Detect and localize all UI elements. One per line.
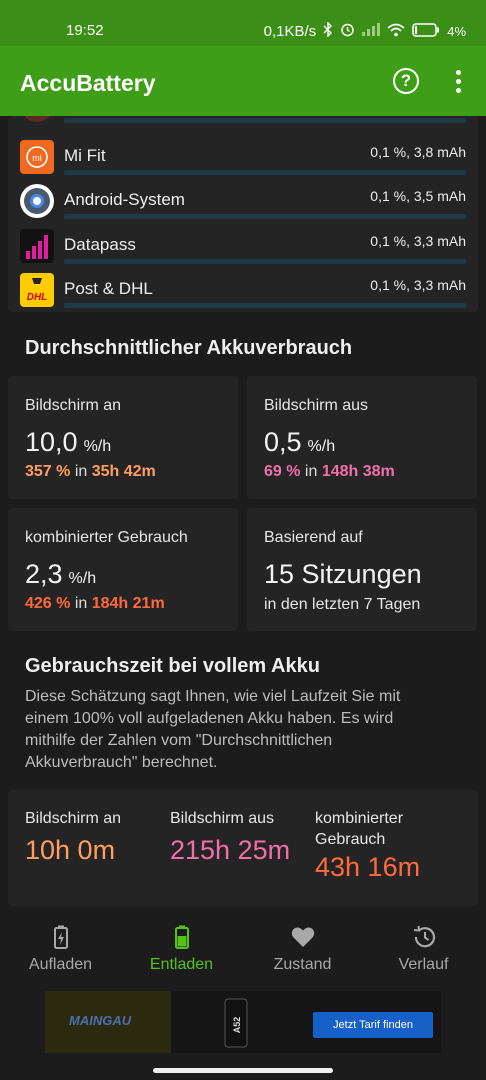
wifi-icon [387, 23, 405, 41]
based-on-card: Basierend auf 15 Sitzungen in den letzte… [247, 508, 477, 631]
full-screen-on-value: 10h 0m [25, 835, 116, 865]
stat-detail: 426 % in 184h 21m [25, 595, 165, 612]
network-speed: 0,1KB/s [263, 23, 317, 40]
battery-status-icon [412, 22, 440, 41]
stat-value: 2,3 %/h [25, 559, 97, 589]
screen-on-card: Bildschirm an 10,0 %/h 357 % in 35h 42m [8, 376, 238, 499]
battery-icon [169, 924, 195, 950]
full-combined: kombinierter Gebrauch 43h 16m [315, 810, 421, 882]
tab-verlauf[interactable]: Verlauf [363, 924, 484, 974]
usage-bar [64, 118, 466, 123]
app-icon [20, 116, 54, 122]
app-usage-list: mi Mi Fit 0,1 %, 3,8 mAh Android-System … [8, 116, 478, 312]
app-name: Post & DHL [64, 279, 153, 298]
stat-value: 0,5 %/h [264, 427, 336, 457]
ad-banner[interactable]: MAINGAU A52 Jetzt Tarif finden [0, 986, 486, 1058]
app-name: Android-System [64, 190, 185, 209]
post-dhl-icon: DHL [20, 273, 54, 307]
more-options-icon[interactable] [452, 70, 464, 94]
list-item[interactable]: Android-System 0,1 %, 3,5 mAh [8, 180, 478, 224]
svg-text:mi: mi [32, 153, 42, 163]
stat-detail: 357 % in 35h 42m [25, 463, 156, 480]
android-system-icon [20, 184, 54, 218]
usage-bar [64, 259, 466, 264]
stat-detail: 69 % in 148h 38m [264, 463, 395, 480]
status-icons: 0,1KB/s 4% [263, 21, 466, 41]
app-usage-value: 0,1 %, 3,8 mAh [370, 144, 466, 160]
status-time: 19:52 [66, 22, 104, 39]
stat-label: Bildschirm aus [264, 397, 369, 414]
signal-icon [362, 23, 381, 40]
app-bar: AccuBattery ? [0, 46, 486, 116]
home-indicator[interactable] [153, 1068, 333, 1073]
tab-zustand[interactable]: Zustand [242, 924, 363, 974]
help-icon[interactable]: ? [393, 68, 419, 94]
full-battery-card: Bildschirm an 10h 0m Bildschirm aus 215h… [8, 790, 478, 906]
full-combined-value: 43h 16m [315, 852, 421, 882]
combined-usage-card: kombinierter Gebrauch 2,3 %/h 426 % in 18… [8, 508, 238, 631]
tab-aufladen[interactable]: Aufladen [0, 924, 121, 974]
screen-off-card: Bildschirm aus 0,5 %/h 69 % in 148h 38m [247, 376, 477, 499]
app-usage-value: 0,1 %, 3,5 mAh [370, 188, 466, 204]
svg-text:DHL: DHL [27, 292, 48, 303]
battery-charging-icon [48, 924, 74, 950]
app-name: Datapass [64, 235, 136, 254]
full-battery-description: Diese Schätzung sagt Ihnen, wie viel Lau… [25, 688, 401, 771]
stat-value: 10,0 %/h [25, 427, 112, 457]
sessions-period: in den letzten 7 Tagen [264, 596, 421, 613]
list-item[interactable]: mi Mi Fit 0,1 %, 3,8 mAh [8, 136, 478, 180]
full-screen-off-value: 215h 25m [170, 835, 291, 865]
usage-bar [64, 214, 466, 219]
full-battery-title: Gebrauchszeit bei vollem Akku [25, 655, 320, 677]
list-item[interactable] [8, 116, 478, 128]
stat-label: Bildschirm an [25, 397, 122, 414]
usage-bar [64, 170, 466, 175]
app-name: Mi Fit [64, 146, 106, 165]
mi-fit-icon: mi [20, 140, 54, 174]
alarm-icon [340, 22, 355, 41]
status-bar: 19:52 0,1KB/s 4% [0, 0, 486, 46]
ad-logo: MAINGAU [45, 991, 171, 1053]
phone-image: A52 [215, 997, 257, 1049]
app-usage-value: 0,1 %, 3,3 mAh [370, 233, 466, 249]
ad-content[interactable]: MAINGAU A52 Jetzt Tarif finden [45, 991, 441, 1053]
svg-text:A52: A52 [232, 1017, 242, 1034]
tab-entladen[interactable]: Entladen [121, 924, 242, 974]
bluetooth-icon [323, 21, 333, 41]
stat-label: Basierend auf [264, 529, 363, 546]
app-usage-value: 0,1 %, 3,3 mAh [370, 277, 466, 293]
heart-icon [290, 924, 316, 950]
datapass-icon [20, 229, 54, 263]
sessions-count: 15 Sitzungen [264, 559, 422, 589]
ad-cta-button[interactable]: Jetzt Tarif finden [313, 1012, 433, 1038]
bottom-navigation: Aufladen Entladen Zustand Verlauf [0, 916, 486, 986]
history-icon [411, 924, 437, 950]
usage-bar [64, 303, 466, 308]
stat-label: kombinierter Gebrauch [25, 529, 188, 546]
app-title: AccuBattery [20, 70, 156, 96]
list-item[interactable]: Datapass 0,1 %, 3,3 mAh [8, 225, 478, 269]
avg-usage-title: Durchschnittlicher Akkuverbrauch [25, 337, 353, 359]
full-screen-off: Bildschirm aus 215h 25m [170, 810, 291, 865]
battery-percent: 4% [447, 24, 466, 39]
list-item[interactable]: DHL Post & DHL 0,1 %, 3,3 mAh [8, 269, 478, 312]
full-screen-on: Bildschirm an 10h 0m [25, 810, 122, 865]
